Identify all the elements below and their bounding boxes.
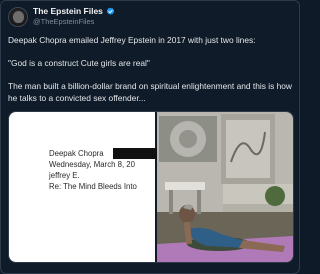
post-media[interactable]: Deepak Chopra Wednesday, March 8, 20 jef… [8,111,294,263]
verified-badge-icon [106,7,115,15]
email-to: jeffrey E. [49,171,80,180]
post-text-line-3: The man built a billion-dollar brand on … [8,81,292,103]
avatar-face [12,11,24,23]
post-text-line-1: Deepak Chopra emailed Jeffrey Epstein in… [8,35,256,45]
yoga-photo[interactable] [157,112,293,262]
email-screenshot-image[interactable]: Deepak Chopra Wednesday, March 8, 20 jef… [9,112,157,262]
avatar[interactable] [8,7,28,27]
redaction-bar [113,148,157,159]
email-from: Deepak Chopra [49,149,104,158]
email-subject: Re: The Mind Bleeds Into [49,182,137,191]
author-row: The Epstein Files [33,6,115,16]
author-handle[interactable]: @TheEpsteinFiles [33,17,94,26]
post-card[interactable]: The Epstein Files @TheEpsteinFiles Deepa… [0,0,300,274]
yoga-scene-image [157,112,293,262]
post-text-quote: "God is a construct Cute girls are real" [8,58,150,68]
author-name[interactable]: The Epstein Files [33,6,103,16]
email-date: Wednesday, March 8, 20 [49,160,135,169]
